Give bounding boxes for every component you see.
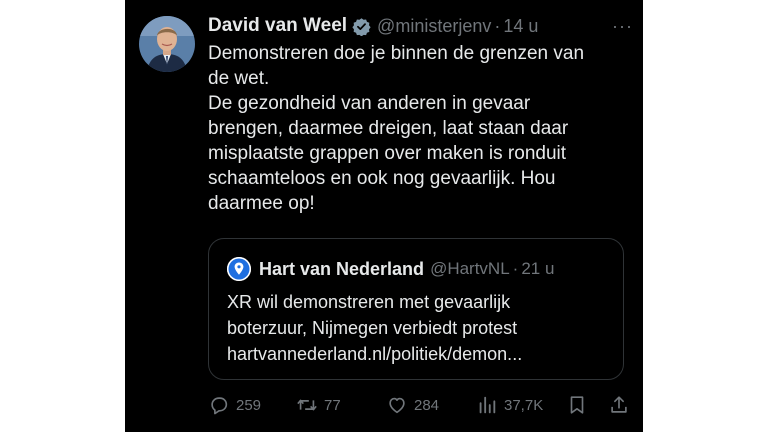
tweet-timestamp[interactable]: 14 u <box>503 16 538 37</box>
repost-count: 77 <box>324 396 341 414</box>
reply-count: 259 <box>236 396 262 414</box>
share-icon <box>611 396 627 413</box>
quoted-tweet-text: XR wil demonstreren met gevaarlijk boter… <box>227 292 523 364</box>
avatar-photo <box>139 16 195 72</box>
like-icon <box>389 397 405 414</box>
more-options-button[interactable]: ··· <box>612 16 633 37</box>
views-icon <box>479 396 496 414</box>
separator-dot: · <box>494 15 501 36</box>
action-bar: 259 77 284 37,7K <box>208 394 638 418</box>
quoted-timestamp[interactable]: 21 u <box>521 259 554 279</box>
repost-button[interactable]: 77 <box>296 394 341 416</box>
views-button[interactable]: 37,7K <box>476 394 543 416</box>
quoted-author-handle[interactable]: @HartvNL <box>430 259 510 279</box>
pin-logo-icon[interactable] <box>227 257 251 281</box>
reply-icon <box>211 397 228 415</box>
verified-badge-icon <box>352 17 371 36</box>
tweet-card[interactable]: David van Weel @ministerjenv · 14 u ··· … <box>125 0 643 432</box>
repost-icon <box>297 399 317 411</box>
quoted-author-name[interactable]: Hart van Nederland <box>259 259 424 280</box>
tweet-text: Demonstreren doe je binnen de grenzen va… <box>208 43 585 214</box>
author-name[interactable]: David van Weel <box>208 15 347 37</box>
avatar[interactable] <box>139 16 195 72</box>
bookmark-icon <box>570 396 584 414</box>
view-count: 37,7K <box>504 396 544 414</box>
tweet-header: David van Weel @ministerjenv · 14 u ··· <box>208 13 633 39</box>
share-button[interactable] <box>608 394 630 416</box>
quoted-tweet-header: Hart van Nederland @HartvNL · 21 u <box>227 257 554 281</box>
author-handle[interactable]: @ministerjenv <box>377 16 491 37</box>
reply-button[interactable]: 259 <box>208 394 261 416</box>
like-button[interactable]: 284 <box>386 394 439 416</box>
quoted-tweet[interactable]: Hart van Nederland @HartvNL · 21 u XR wi… <box>208 238 624 380</box>
bookmark-button[interactable] <box>566 394 588 416</box>
like-count: 284 <box>414 396 440 414</box>
separator-dot: · <box>512 259 519 278</box>
